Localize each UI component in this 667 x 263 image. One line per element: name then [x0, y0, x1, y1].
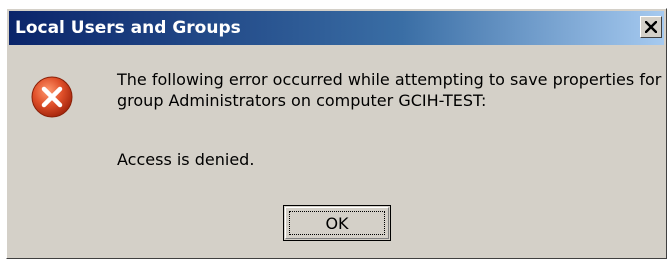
- error-message-line-1: The following error occurred while attem…: [117, 70, 662, 89]
- close-icon: [645, 21, 657, 33]
- ok-button[interactable]: OK: [283, 205, 391, 241]
- ok-button-label: OK: [325, 214, 349, 233]
- window-title: Local Users and Groups: [15, 18, 241, 38]
- error-icon: [31, 76, 73, 118]
- error-dialog: Local Users and Groups The following err…: [6, 8, 667, 259]
- error-message-line-2: group Administrators on computer GCIH-TE…: [117, 91, 487, 110]
- title-bar[interactable]: Local Users and Groups: [9, 11, 664, 45]
- close-button[interactable]: [640, 16, 662, 38]
- error-message: The following error occurred while attem…: [117, 69, 661, 111]
- error-detail: Access is denied.: [117, 150, 255, 169]
